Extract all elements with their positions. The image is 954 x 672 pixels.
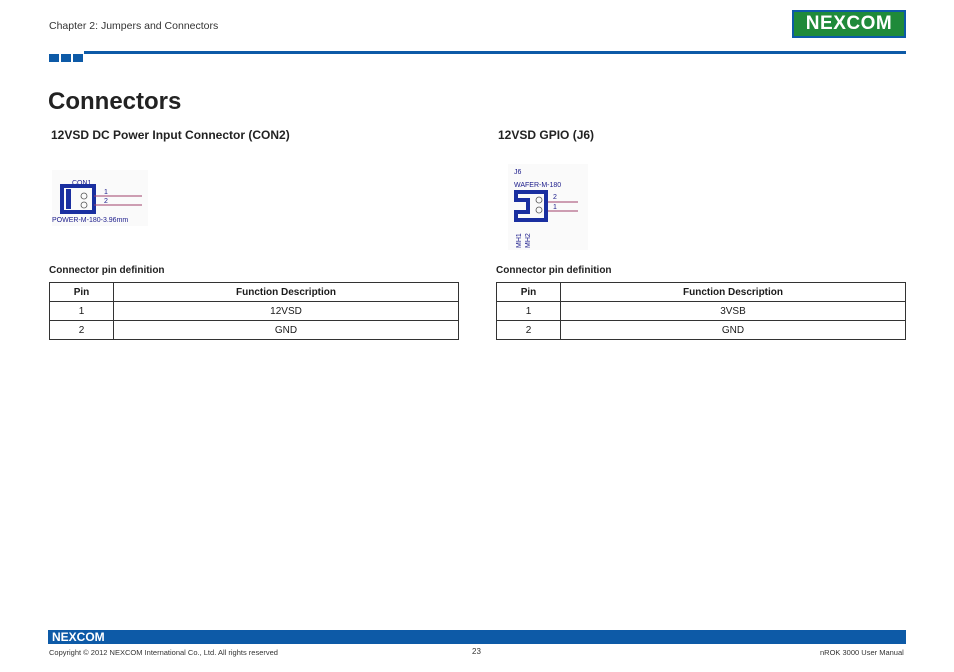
function-header: Function Description	[560, 282, 906, 302]
pin-header: Pin	[49, 282, 114, 302]
j6-heading: 12VSD GPIO (J6)	[498, 128, 595, 142]
pin-cell: 1	[496, 301, 561, 321]
j6-mh1-label: MH1	[516, 233, 523, 248]
j6-pin1-label: 1	[553, 204, 557, 211]
function-cell: 12VSD	[113, 301, 459, 321]
j6-pin-table: Pin Function Description 1 3VSB 2 GND	[496, 282, 906, 340]
j6-pin2-label: 2	[553, 194, 557, 201]
j6-ref: J6	[514, 169, 522, 176]
pin-cell: 2	[496, 320, 561, 340]
page-number: 23	[472, 647, 481, 656]
j6-schematic: J6 WAFER-M-180 2 1 MH1 MH2	[508, 164, 588, 250]
manual-title: nROK 3000 User Manual	[820, 648, 904, 657]
j6-caption: Connector pin definition	[496, 265, 612, 276]
table-row: 1 3VSB	[496, 301, 906, 321]
function-cell: GND	[113, 320, 459, 340]
pin-cell: 2	[49, 320, 114, 340]
con2-heading: 12VSD DC Power Input Connector (CON2)	[51, 128, 290, 142]
j6-mh2-label: MH2	[525, 233, 532, 248]
header-divider	[84, 51, 906, 54]
footer-bar	[48, 630, 906, 644]
con1-pin1-label: 1	[104, 189, 108, 196]
con1-part: POWER-M-180-3.96mm	[52, 217, 128, 224]
con1-key	[66, 189, 71, 209]
con1-schematic: CON1 1 2 POWER-M-180-3.96mm	[52, 170, 148, 226]
table-row: 1 12VSD	[49, 301, 459, 321]
function-cell: GND	[560, 320, 906, 340]
pin-header: Pin	[496, 282, 561, 302]
logo-text: NEXCOM	[794, 12, 904, 36]
footer-logo: NEXCOM	[52, 630, 105, 644]
table-header-row: Pin Function Description	[49, 282, 459, 302]
con1-pin2-label: 2	[104, 198, 108, 205]
table-row: 2 GND	[496, 320, 906, 340]
pin-cell: 1	[49, 301, 114, 321]
function-cell: 3VSB	[560, 301, 906, 321]
nexcom-logo: NEXCOM	[792, 10, 906, 38]
chapter-title: Chapter 2: Jumpers and Connectors	[49, 20, 219, 32]
function-header: Function Description	[113, 282, 459, 302]
table-header-row: Pin Function Description	[496, 282, 906, 302]
header-squares-decoration	[49, 49, 85, 67]
con2-pin-table: Pin Function Description 1 12VSD 2 GND	[49, 282, 459, 340]
page-title: Connectors	[48, 88, 182, 115]
copyright-text: Copyright © 2012 NEXCOM International Co…	[49, 648, 278, 657]
con2-caption: Connector pin definition	[49, 265, 165, 276]
table-row: 2 GND	[49, 320, 459, 340]
j6-part: WAFER-M-180	[514, 182, 561, 189]
